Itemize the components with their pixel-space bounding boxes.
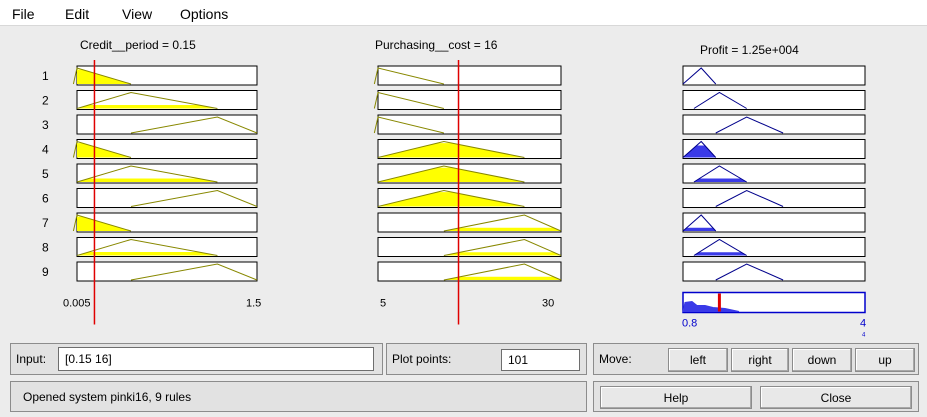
rule-number-5: 5 [42,167,49,181]
rule-1-out-box [682,65,866,86]
rule-3-in2-box [377,114,562,135]
menu-bar: File Edit View Options [0,0,927,26]
rule-6-in1-box [76,188,258,208]
plot-points-panel: Plot points: [386,343,587,375]
rule-6-out-box [682,188,866,208]
rule-3-out-box [682,114,866,135]
rule-number-1: 1 [42,69,49,83]
move-label: Move: [599,352,632,366]
plot-points-field[interactable] [501,349,580,371]
rule-9-in2-fill [443,276,561,280]
input-label: Input: [16,352,47,366]
purchasing-cost-title: Purchasing__cost = 16 [375,38,498,52]
rule-8-in2-fill [443,252,561,256]
credit-period-title: Credit__period = 0.15 [80,38,196,52]
rule-number-4: 4 [42,143,49,157]
status-bar: Opened system pinki16, 9 rules [10,381,587,412]
rule-viewer-plot: Credit__period = 0.15 Purchasing__cost = … [42,38,866,339]
profit-max-label: 4 [860,318,866,330]
rule-3-in1-box [76,114,258,135]
rule-7-out-fill [683,227,716,231]
credit-period-min-label: 0.005 [63,298,91,310]
menu-edit[interactable]: Edit [65,6,89,22]
profit-extra-label: 4 [862,333,866,339]
purchasing-cost-min-label: 5 [380,298,386,310]
close-button[interactable]: Close [760,386,912,409]
rule-8-in1-fill [77,251,218,256]
rule-5-in1-fill [77,178,218,182]
rule-viewer-area: Credit__period = 0.15 Purchasing__cost = … [0,26,927,338]
rule-number-7: 7 [42,216,49,230]
rule-7-in2-fill [443,227,561,231]
rule-8-out-fill [693,252,747,256]
rule-number-9: 9 [42,265,49,279]
menu-view[interactable]: View [122,6,152,22]
action-panel: Help Close [593,381,919,412]
rule-5-out-fill [693,178,747,182]
menu-file[interactable]: File [12,6,35,22]
rule-1-in2-box [377,65,562,86]
move-panel: Move: left right down up [593,343,919,375]
help-button[interactable]: Help [600,386,752,409]
input-field[interactable] [58,347,374,371]
plot-points-label: Plot points: [392,352,452,366]
rule-number-2: 2 [42,94,49,108]
move-right-button[interactable]: right [731,348,789,372]
purchasing-cost-max-label: 30 [542,298,554,310]
rule-number-3: 3 [42,118,49,132]
move-down-button[interactable]: down [792,348,852,372]
move-up-button[interactable]: up [855,348,915,372]
rule-9-in1-box [76,261,258,282]
rule-9-out-box [682,261,866,282]
credit-period-max-label: 1.5 [246,298,261,310]
rule-number-8: 8 [42,241,49,255]
menu-options[interactable]: Options [180,6,228,22]
rule-2-out-box [682,90,866,110]
profit-min-label: 0.8 [682,318,697,330]
profit-title: Profit = 1.25e+004 [700,43,799,57]
rule-2-in2-box [377,90,562,110]
rule-number-6: 6 [42,192,49,206]
input-panel: Input: [10,343,383,375]
rule-2-in1-fill [77,104,218,109]
status-text: Opened system pinki16, 9 rules [23,390,192,404]
move-left-button[interactable]: left [668,348,728,372]
